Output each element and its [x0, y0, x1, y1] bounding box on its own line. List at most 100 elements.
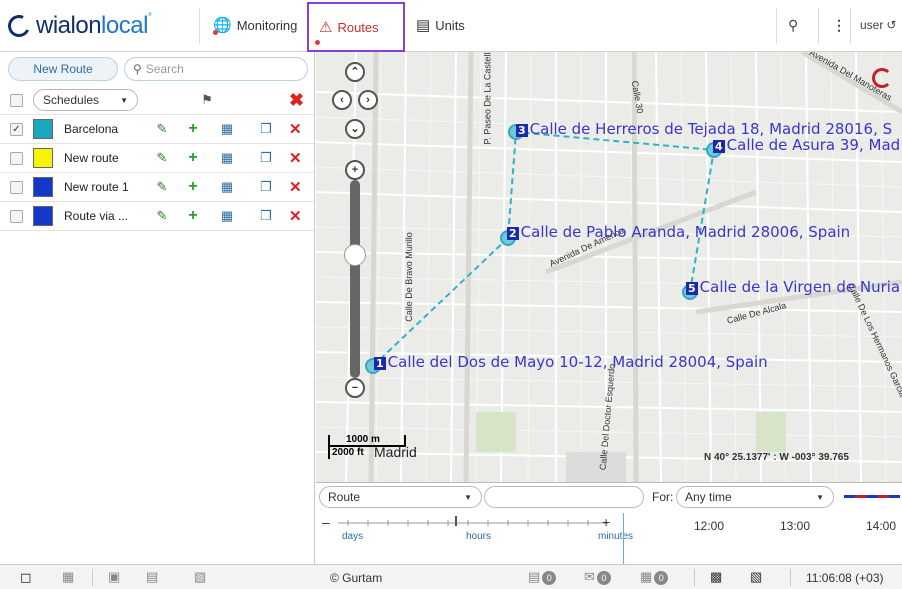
time-range-dropdown[interactable]: Any time ▼ — [676, 486, 834, 508]
route-dropdown-label: Route — [328, 490, 361, 504]
copy-icon[interactable]: ❐ — [256, 178, 276, 196]
route-name[interactable]: Route via ... — [64, 209, 144, 223]
delete-route-icon[interactable]: ✕ — [289, 120, 302, 138]
timeline-cursor[interactable] — [623, 513, 624, 565]
edit-route-icon[interactable]: ✎ — [152, 120, 172, 138]
wialon-local-logo[interactable]: wialonlocal° — [4, 10, 152, 42]
coordinates-readout: N 40° 25.1377' : W -003° 39.765 — [704, 452, 849, 463]
route-point-label[interactable]: 1 Calle del Dos de Mayo 10-12, Madrid 280… — [374, 353, 768, 371]
zoom-in-button[interactable]: + — [345, 160, 365, 180]
notifications-indicator[interactable]: ✉ 0 — [584, 569, 611, 585]
route-name[interactable]: New route 1 — [64, 180, 144, 194]
edit-route-icon[interactable]: ✎ — [152, 149, 172, 167]
route-checkbox[interactable] — [10, 209, 23, 223]
route-row[interactable]: New route 1 ✎ + ▦ ❐ ✕ — [0, 173, 314, 202]
tab-monitoring[interactable]: 🌐 Monitoring — [207, 10, 303, 40]
zoom-out-button[interactable]: − — [345, 378, 365, 398]
add-schedule-icon[interactable]: + — [183, 120, 203, 138]
status-divider — [92, 569, 93, 586]
route-dropdown[interactable]: Route ▼ — [319, 486, 482, 508]
map-icon[interactable]: ▧ — [750, 569, 762, 585]
status-divider — [694, 569, 695, 586]
status-bar: ◻ ▦ ▣ ▤ ▧ © Gurtam ▤ 0 ✉ 0 ▦ 0 ▩ ▧ 11:06:08… — [0, 564, 902, 589]
time-range-label: Any time — [685, 490, 732, 504]
routes-panel: New Route ⚲ Search Schedules ▼ ⚑ ✖ ✓ Bar… — [0, 52, 315, 564]
route-color-swatch[interactable] — [33, 119, 53, 139]
route-checkbox[interactable] — [10, 151, 23, 165]
route-color-swatch[interactable] — [33, 177, 53, 197]
layout-icon[interactable]: ▩ — [710, 569, 722, 585]
route-row[interactable]: ✓ Barcelona ✎ + ▦ ❐ ✕ — [0, 115, 314, 144]
pan-right-icon[interactable]: › — [358, 90, 378, 110]
route-point-label[interactable]: 2 Calle de Pablo Aranda, Madrid 28006, Sp… — [507, 223, 850, 241]
more-menu-icon[interactable]: ⋮ — [832, 10, 846, 40]
schedules-row: Schedules ▼ ⚑ ✖ — [0, 86, 314, 115]
delete-all-icon[interactable]: ✖ — [289, 90, 304, 111]
named-truck-icon[interactable]: ▤ — [146, 569, 158, 585]
timeline-zoom-in-icon: + — [602, 514, 610, 530]
search-input[interactable]: ⚲ Search — [124, 57, 308, 81]
point-address: Calle del Dos de Mayo 10-12, Madrid 2800… — [387, 353, 768, 371]
timeline-time-tick: 14:00 — [866, 519, 897, 533]
pan-down-icon[interactable]: ⌄ — [345, 119, 365, 139]
scale-minutes-label: minutes — [598, 531, 634, 542]
tab-routes[interactable]: ⚠ Routes — [307, 2, 405, 52]
route-checkbox[interactable] — [10, 180, 23, 194]
route-name[interactable]: Barcelona — [64, 122, 144, 136]
search-icon[interactable]: ⚲ — [788, 10, 798, 40]
add-schedule-icon[interactable]: + — [183, 207, 203, 225]
timeline-zoom-out-icon: – — [322, 514, 330, 530]
route-color-swatch[interactable] — [33, 148, 53, 168]
schedule-table-icon[interactable]: ▦ — [217, 120, 237, 138]
select-all-checkbox[interactable] — [10, 93, 23, 107]
copy-icon[interactable]: ❐ — [256, 207, 276, 225]
pan-left-icon[interactable]: ‹ — [332, 90, 352, 110]
grid-icon[interactable]: ▦ — [62, 569, 74, 585]
schedule-table-icon[interactable]: ▦ — [217, 149, 237, 167]
top-header: wialonlocal° 🌐 Monitoring ⚠ Routes ▤ Uni… — [0, 0, 902, 52]
pan-up-icon[interactable]: ⌃ — [345, 62, 365, 82]
timeline-filter-input[interactable] — [484, 486, 644, 508]
new-route-button[interactable]: New Route — [8, 57, 118, 81]
schedules-label: Schedules — [43, 93, 100, 107]
add-schedule-icon[interactable]: + — [183, 178, 203, 196]
search-icon: ⚲ — [133, 62, 142, 76]
messages-indicator[interactable]: ▤ 0 — [528, 569, 557, 585]
delete-route-icon[interactable]: ✕ — [289, 149, 302, 167]
schedule-table-icon[interactable]: ▦ — [217, 207, 237, 225]
tab-units[interactable]: ▤ Units — [410, 10, 471, 40]
flags-icon[interactable]: ⚑ — [197, 91, 217, 109]
user-name: user — [860, 18, 884, 32]
point-address: Calle de la Virgen de Nuria — [699, 278, 901, 296]
route-row[interactable]: Route via ... ✎ + ▦ ❐ ✕ — [0, 202, 314, 231]
status-divider — [790, 569, 791, 586]
panel-toggle-icon[interactable]: ◻ — [20, 569, 32, 586]
clock: 11:06:08 (+03) — [806, 571, 884, 585]
route-point-label[interactable]: 5 Calle de la Virgen de Nuria — [686, 278, 900, 296]
route-name[interactable]: New route — [64, 151, 144, 165]
route-color-swatch[interactable] — [33, 206, 53, 226]
delete-route-icon[interactable]: ✕ — [289, 178, 302, 196]
zoom-slider-handle[interactable] — [344, 244, 366, 266]
schedules-dropdown[interactable]: Schedules ▼ — [33, 89, 138, 111]
route-row[interactable]: New route ✎ + ▦ ❐ ✕ — [0, 144, 314, 173]
header-divider — [818, 8, 819, 44]
tab-units-label: Units — [435, 17, 465, 33]
logo-text: wialonlocal° — [36, 12, 152, 39]
zoom-slider[interactable] — [350, 180, 360, 378]
route-point-label[interactable]: 4 Calle de Asura 39, Mad — [713, 136, 900, 154]
delete-route-icon[interactable]: ✕ — [289, 207, 302, 225]
truck-arrow-icon[interactable]: ▧ — [194, 569, 206, 585]
header-divider — [850, 8, 851, 44]
truck-icon[interactable]: ▣ — [108, 569, 120, 585]
copy-icon[interactable]: ❐ — [256, 120, 276, 138]
user-menu[interactable]: user ↺ — [860, 10, 896, 40]
edit-route-icon[interactable]: ✎ — [152, 178, 172, 196]
map-view[interactable]: Calle De Bravo Murillo P. Paseo De La Ca… — [316, 52, 902, 482]
schedule-table-icon[interactable]: ▦ — [217, 178, 237, 196]
events-indicator[interactable]: ▦ 0 — [640, 569, 669, 585]
edit-route-icon[interactable]: ✎ — [152, 207, 172, 225]
add-schedule-icon[interactable]: + — [183, 149, 203, 167]
copy-icon[interactable]: ❐ — [256, 149, 276, 167]
route-checkbox[interactable]: ✓ — [10, 122, 23, 136]
